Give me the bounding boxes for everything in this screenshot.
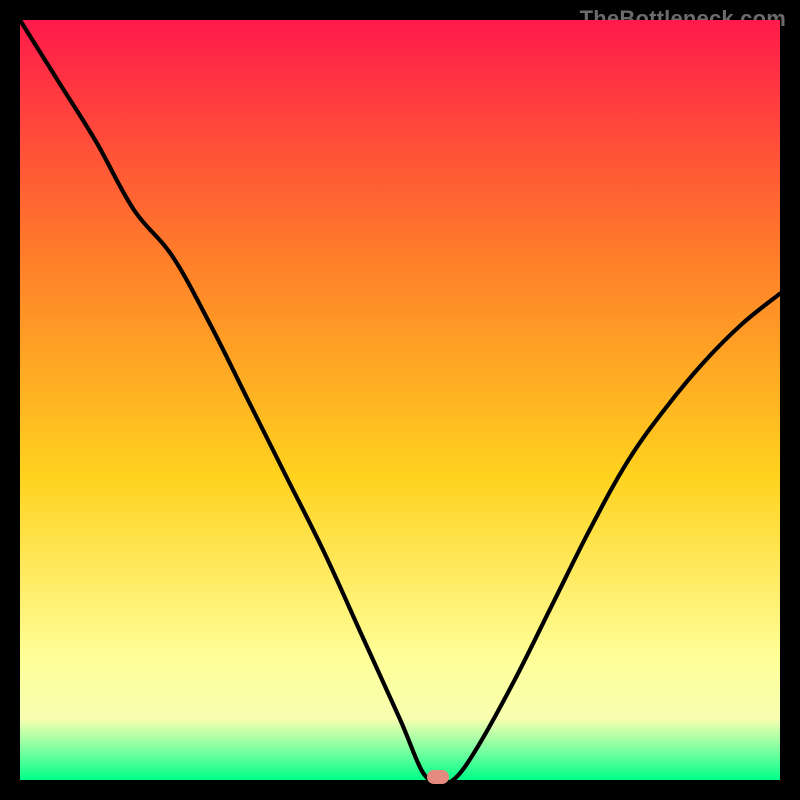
bottleneck-curve [20,20,780,780]
chart-stage: TheBottleneck.com [0,0,800,800]
curve-layer [20,20,780,780]
optimal-point-marker [427,770,449,784]
plot-area [20,20,780,780]
